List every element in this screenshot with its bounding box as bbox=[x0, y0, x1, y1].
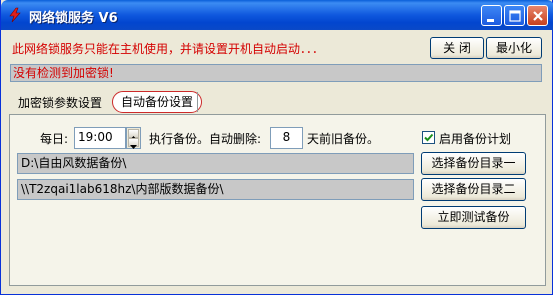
minimize-button[interactable]: 最小化 bbox=[486, 37, 542, 59]
window-body: 此网络锁服务只能在主机使用，并请设置开机自动启动．．． 关 闭 最小化 没有检测… bbox=[4, 30, 551, 292]
backup-time-input[interactable]: 19:00 bbox=[74, 127, 126, 149]
spin-down-button[interactable] bbox=[128, 138, 139, 149]
check-icon bbox=[424, 133, 434, 142]
title-bar[interactable]: 网络锁服务 V6 bbox=[1, 0, 553, 30]
select-dir1-button[interactable]: 选择备份目录一 bbox=[421, 152, 526, 175]
time-spinner[interactable] bbox=[126, 127, 141, 149]
window-title: 网络锁服务 V6 bbox=[29, 11, 118, 26]
daily-label: 每日: bbox=[40, 132, 69, 146]
red-lightning-icon bbox=[9, 7, 21, 23]
maximize-window-button[interactable] bbox=[504, 5, 525, 26]
minimize-icon bbox=[487, 19, 494, 22]
select-dir2-button[interactable]: 选择备份目录二 bbox=[421, 178, 526, 201]
close-icon bbox=[533, 11, 543, 21]
delete-days-input[interactable]: 8 bbox=[270, 127, 303, 149]
backup-dir2-field: \\T2zqai1lab618hz\内部版数据备份\ bbox=[17, 179, 414, 200]
tab-divider bbox=[197, 92, 198, 112]
enable-backup-label[interactable]: 启用备份计划 bbox=[439, 130, 511, 147]
lock-status-field: 没有检测到加密锁! bbox=[10, 64, 542, 82]
backup-dir1-field: D:\自由风数据备份\ bbox=[17, 153, 414, 174]
test-backup-button[interactable]: 立即测试备份 bbox=[421, 206, 526, 229]
minimize-window-button[interactable] bbox=[481, 5, 502, 26]
enable-backup-checkbox[interactable] bbox=[422, 131, 435, 144]
host-warning-text: 此网络锁服务只能在主机使用，并请设置开机自动启动．．． bbox=[12, 42, 325, 56]
app-window: 网络锁服务 V6 此网络锁服务只能在主机使用，并请设置开机自动启动．．． 关 闭… bbox=[0, 0, 553, 295]
tab-lock-params[interactable]: 加密锁参数设置 bbox=[18, 94, 102, 114]
close-button[interactable]: 关 闭 bbox=[430, 37, 484, 59]
close-window-button[interactable] bbox=[527, 5, 548, 26]
days-suffix-label: 天前旧备份。 bbox=[307, 132, 380, 146]
arrow-down-icon bbox=[130, 145, 137, 149]
execute-label: 执行备份。自动删除: bbox=[149, 132, 262, 146]
spin-up-button[interactable] bbox=[128, 129, 139, 140]
tab-auto-backup[interactable]: 自动备份设置 bbox=[112, 91, 203, 113]
maximize-icon bbox=[509, 10, 521, 22]
